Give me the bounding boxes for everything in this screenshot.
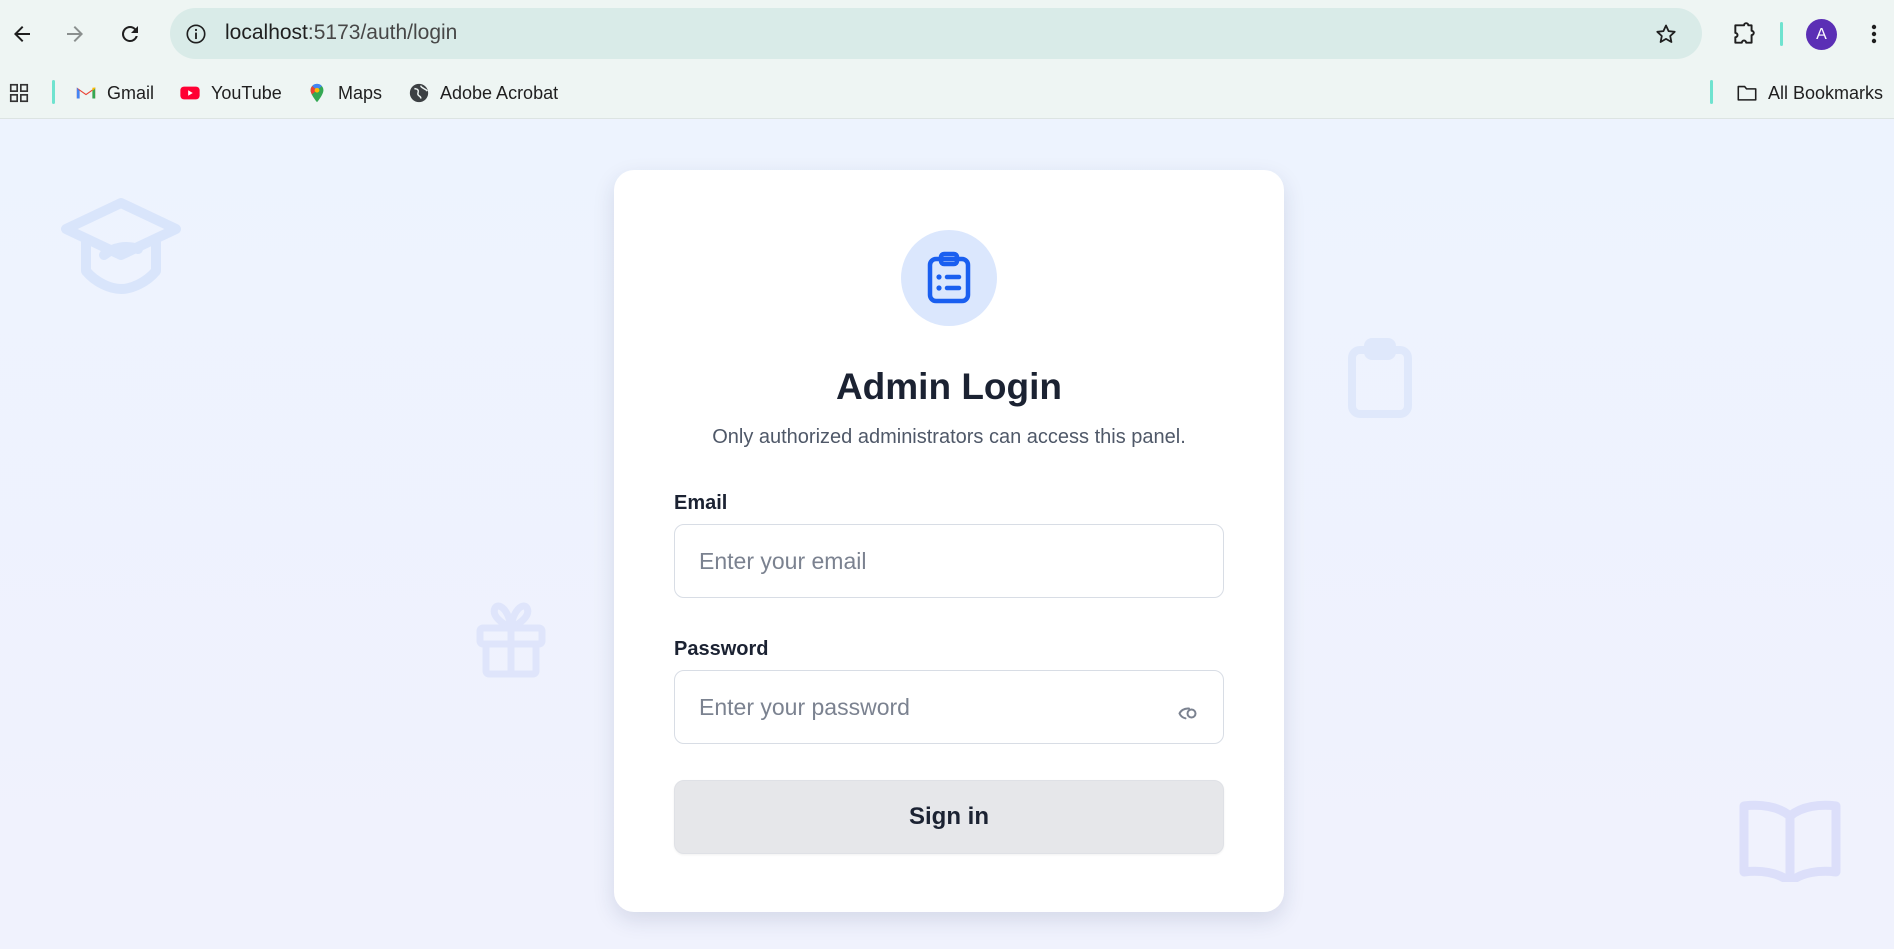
bookmark-youtube[interactable]: YouTube: [179, 77, 282, 109]
bookmark-gmail[interactable]: Gmail: [75, 77, 154, 109]
open-book-icon: [1739, 800, 1841, 882]
url-host: localhost: [225, 21, 308, 44]
more-vertical-icon: [1871, 24, 1877, 44]
arrow-right-icon: [67, 26, 83, 42]
address-bar[interactable]: localhost:5173/auth/login: [170, 8, 1702, 59]
eye-icon: [1178, 707, 1197, 720]
gmail-icon: [76, 87, 96, 99]
bookmark-label: YouTube: [211, 82, 282, 103]
arrow-left-icon: [14, 26, 30, 42]
bookmark-label: Gmail: [107, 82, 155, 103]
gift-icon: [476, 602, 546, 678]
bookmark-maps[interactable]: Maps: [306, 77, 382, 109]
toolbar-divider: [1780, 22, 1783, 46]
url-path: :5173/auth/login: [307, 21, 458, 44]
clipboard-icon: [1348, 338, 1412, 418]
extensions-button[interactable]: [1726, 16, 1762, 52]
youtube-icon: [180, 86, 200, 100]
bookmarks-divider-right: [1710, 80, 1713, 104]
maps-icon: [310, 83, 324, 103]
bookmark-label: Maps: [338, 82, 383, 103]
email-label: Email: [674, 492, 728, 514]
email-field[interactable]: [674, 524, 1224, 598]
site-info-icon[interactable]: [182, 20, 210, 48]
all-bookmarks-button[interactable]: All Bookmarks: [1736, 77, 1883, 109]
graduation-cap-icon: [61, 198, 181, 294]
sign-in-button[interactable]: Sign in: [674, 780, 1224, 854]
reload-button[interactable]: [112, 16, 148, 52]
login-page: Admin Login Only authorized administrato…: [0, 120, 1894, 949]
toggle-password-visibility[interactable]: [1172, 697, 1204, 729]
puzzle-icon: [1734, 22, 1755, 44]
forward-button[interactable]: [57, 16, 93, 52]
bookmark-adobe-acrobat[interactable]: Adobe Acrobat: [408, 77, 558, 109]
back-button[interactable]: [4, 16, 40, 52]
url-text[interactable]: localhost:5173/auth/login: [225, 21, 457, 45]
bookmarks-bar: Gmail YouTube Maps Adobe Acrobat All Boo…: [0, 68, 1894, 119]
apps-grid-icon: [9, 83, 29, 103]
clipboard-list-icon: [927, 251, 971, 304]
reload-icon: [122, 26, 138, 42]
login-card: Admin Login Only authorized administrato…: [614, 170, 1284, 912]
password-label: Password: [674, 638, 769, 660]
profile-avatar[interactable]: A: [1806, 19, 1837, 50]
browser-toolbar: localhost:5173/auth/login A: [0, 0, 1894, 68]
all-bookmarks-label: All Bookmarks: [1768, 82, 1884, 103]
logo-badge: [901, 230, 997, 326]
password-field[interactable]: [674, 670, 1224, 744]
apps-button[interactable]: [8, 77, 30, 109]
folder-icon: [1737, 85, 1757, 101]
page-subtitle: Only authorized administrators can acces…: [712, 426, 1186, 448]
bookmarks-divider: [52, 80, 55, 104]
globe-icon: [409, 83, 429, 103]
bookmark-star-icon[interactable]: [1652, 20, 1680, 48]
page-title: Admin Login: [835, 366, 1063, 407]
bookmark-label: Adobe Acrobat: [440, 82, 559, 103]
kebab-menu-button[interactable]: [1862, 18, 1886, 50]
